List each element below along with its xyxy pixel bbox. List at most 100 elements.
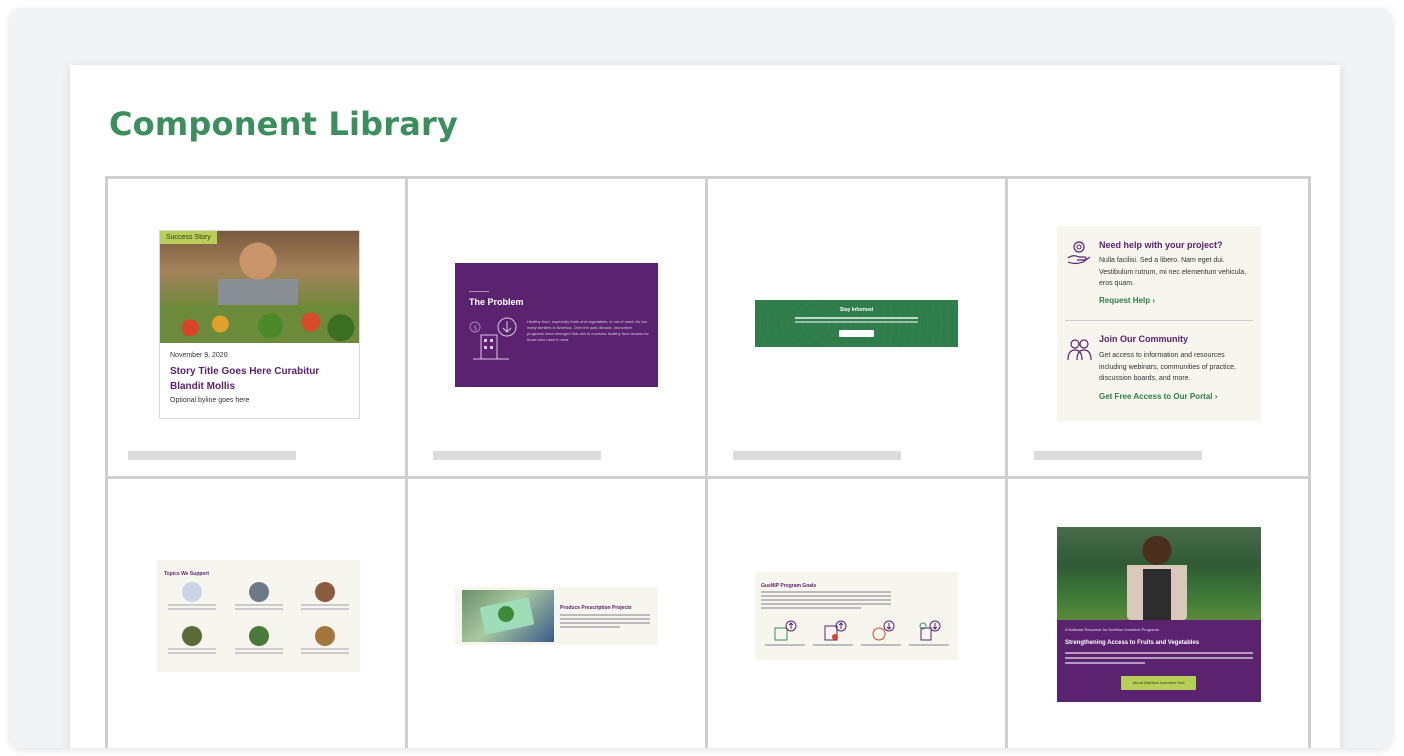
text-line (761, 603, 891, 605)
text-line (301, 604, 349, 606)
caption-placeholder (433, 451, 601, 460)
problem-title: The Problem (469, 297, 524, 307)
component-cell-produce-rx[interactable]: Produce Prescription Projects (408, 479, 708, 748)
rx-card-photo (462, 590, 554, 642)
about-hub-button[interactable]: About Nutrition Incentive Hub (1121, 676, 1196, 690)
component-cell-nutrition-hub[interactable]: A National Resource for Nutrition Incent… (1008, 479, 1308, 748)
svg-text:$: $ (473, 324, 477, 332)
component-cell-topics[interactable]: Topics We Support (108, 479, 408, 748)
community-icon (1067, 339, 1092, 361)
text-line (795, 321, 918, 323)
topics-thumbnail[interactable]: Topics We Support (157, 560, 360, 672)
caption-placeholder (1034, 451, 1202, 460)
goal-icon-down (919, 620, 941, 641)
community-text: Get access to information and resources … (1099, 352, 1236, 382)
story-card-thumbnail[interactable]: Success Story November 9, 2020 Story Tit… (159, 230, 360, 419)
story-byline: Optional byline goes here (170, 397, 250, 404)
gusnip-title: GusNIP Program Goals (761, 583, 817, 589)
text-line (1065, 657, 1253, 659)
text-line (168, 648, 216, 650)
chevron-right-icon: › (1152, 296, 1156, 305)
rx-title: Produce Prescription Projects (560, 605, 632, 611)
divider (1065, 320, 1253, 321)
page-title: Component Library (109, 105, 459, 143)
title-rule (469, 291, 489, 292)
topic-image (315, 582, 335, 602)
subscribe-button[interactable] (839, 330, 874, 337)
hub-kicker: A National Resource for Nutrition Incent… (1065, 627, 1159, 632)
window-frame: Component Library Success Story November… (10, 8, 1392, 748)
component-cell-gusnip-goals[interactable]: GusNIP Program Goals (708, 479, 1008, 748)
topics-title: Topics We Support (164, 571, 210, 577)
text-line (1065, 652, 1253, 654)
text-line (301, 648, 349, 650)
text-line (235, 604, 283, 606)
component-cell-help[interactable]: Need help with your project? Nulla facil… (1008, 179, 1308, 479)
problem-thumbnail[interactable]: The Problem $ Healthy food, especially f… (455, 263, 658, 387)
text-line (761, 607, 861, 609)
topic-image (182, 626, 202, 646)
community-title: Join Our Community (1099, 334, 1189, 344)
text-line (560, 618, 650, 620)
story-photo (160, 231, 359, 343)
text-line (795, 317, 918, 319)
caption-placeholder (733, 451, 901, 460)
component-cell-story-card[interactable]: Success Story November 9, 2020 Story Tit… (108, 179, 408, 479)
topic-item[interactable] (295, 626, 355, 654)
text-line (861, 644, 901, 646)
chevron-right-icon: › (1214, 392, 1218, 401)
farmer-apron (1143, 569, 1171, 620)
help-text: Nulla facilisi. Sed a libero. Nam eget d… (1099, 257, 1247, 287)
portal-access-link[interactable]: Get Free Access to Our Portal › (1099, 392, 1217, 401)
topic-image (315, 626, 335, 646)
portal-access-label: Get Free Access to Our Portal (1099, 392, 1213, 401)
goal-icon-up (824, 620, 847, 641)
request-help-link[interactable]: Request Help › (1099, 296, 1155, 305)
component-cell-problem[interactable]: The Problem $ Healthy food, especially f… (408, 179, 708, 479)
building-decline-icon: $ (469, 317, 517, 360)
goal-icon-down (872, 620, 895, 641)
topic-image (182, 582, 202, 602)
produce-display (160, 305, 359, 343)
story-title: Story Title Goes Here Curabitur Blandit … (170, 366, 320, 392)
hub-banner: A National Resource for Nutrition Incent… (1057, 620, 1261, 702)
text-line (301, 608, 349, 610)
topic-item[interactable] (162, 626, 222, 654)
component-cell-stay-informed[interactable]: Stay Informed (708, 179, 1008, 479)
problem-text: Healthy food, especially fruits and vege… (527, 319, 649, 342)
text-line (560, 626, 620, 628)
text-line (761, 599, 891, 601)
text-line (301, 652, 349, 654)
caption-placeholder (128, 451, 296, 460)
topic-image (249, 582, 269, 602)
text-line (560, 614, 650, 616)
topic-item[interactable] (229, 582, 289, 610)
gusnip-thumbnail[interactable]: GusNIP Program Goals (755, 572, 958, 660)
success-story-badge: Success Story (160, 231, 217, 244)
greenhouse-photo (1057, 527, 1261, 620)
nutrition-hub-thumbnail[interactable]: A National Resource for Nutrition Incent… (1057, 527, 1261, 702)
hand-gear-icon (1067, 241, 1091, 265)
request-help-label: Request Help (1099, 296, 1151, 305)
component-library-page: Component Library Success Story November… (70, 65, 1340, 748)
topic-image (249, 626, 269, 646)
text-line (560, 622, 650, 624)
topic-item[interactable] (162, 582, 222, 610)
text-line (761, 595, 891, 597)
topic-item[interactable] (295, 582, 355, 610)
text-line (168, 652, 216, 654)
produce-rx-thumbnail[interactable]: Produce Prescription Projects (455, 587, 658, 645)
text-line (235, 608, 283, 610)
card-seal (498, 606, 514, 622)
text-line (813, 644, 853, 646)
component-grid: Success Story November 9, 2020 Story Tit… (105, 176, 1311, 748)
help-title: Need help with your project? (1099, 240, 1223, 250)
help-thumbnail[interactable]: Need help with your project? Nulla facil… (1057, 226, 1261, 421)
stay-informed-thumbnail[interactable]: Stay Informed (755, 300, 958, 347)
text-line (168, 608, 216, 610)
goal-icon-up (774, 620, 797, 641)
stay-informed-title: Stay Informed (839, 307, 874, 313)
text-line (765, 644, 805, 646)
story-date: November 9, 2020 (170, 352, 228, 359)
topic-item[interactable] (229, 626, 289, 654)
